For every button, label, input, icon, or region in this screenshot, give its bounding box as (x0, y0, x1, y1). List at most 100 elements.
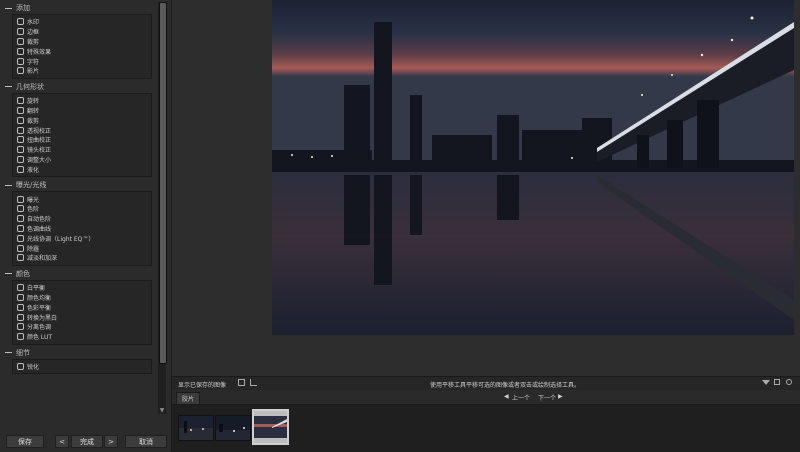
tool-icon (17, 116, 24, 124)
tool-label: 转换为黑白 (27, 314, 58, 322)
tool-item[interactable]: 除霾 (13, 243, 151, 253)
section-header[interactable]: 曝光/光线 (2, 179, 156, 191)
tool-icon (17, 284, 24, 292)
tool-item[interactable]: 转换为黑白 (13, 312, 151, 322)
tool-item[interactable]: 色阶 (13, 204, 151, 214)
section-header[interactable]: 几何形状 (2, 81, 156, 93)
histogram-icon[interactable] (250, 379, 257, 386)
tool-item[interactable]: 水印 (13, 17, 151, 27)
city-night-photo (272, 0, 794, 335)
tool-item[interactable]: 光线协调（Light EQ™） (13, 233, 151, 243)
tool-item[interactable]: 色彩平衡 (13, 302, 151, 312)
tool-item[interactable]: 白平衡 (13, 283, 151, 293)
tool-item[interactable]: 液化 (13, 164, 151, 174)
section-title: 细节 (16, 348, 30, 357)
tool-icon (17, 323, 24, 331)
tool-item[interactable]: 曝光 (13, 194, 151, 204)
thumbnail-3-selected[interactable] (252, 409, 289, 445)
prev-arrow-button[interactable]: < (55, 435, 69, 448)
tool-item[interactable]: 调整大小 (13, 155, 151, 165)
tool-item[interactable]: 裁剪 (13, 37, 151, 47)
tool-item[interactable]: 旋转 (13, 96, 151, 106)
show-saved-label: 显示已保存的图像 (178, 382, 227, 389)
done-button[interactable]: 完成 (71, 435, 103, 448)
tool-item[interactable]: 减淡和加深 (13, 253, 151, 263)
thumbnail-2[interactable] (215, 415, 251, 441)
collapse-dash-icon (5, 352, 12, 354)
tool-item[interactable]: 裁剪 (13, 115, 151, 125)
tool-label: 字符 (27, 58, 40, 66)
tool-item[interactable]: 字符 (13, 56, 151, 66)
next-arrow-icon[interactable]: ▶ (558, 393, 563, 400)
tool-item[interactable]: 镜头校正 (13, 145, 151, 155)
tool-icon (17, 155, 24, 163)
collapse-arrow-icon[interactable] (762, 380, 770, 385)
tool-item[interactable]: 边框 (13, 27, 151, 37)
tool-icon (17, 215, 24, 223)
tool-icon (17, 362, 24, 370)
collapse-dash-icon (5, 7, 12, 9)
tool-item[interactable]: 颜色 LUT (13, 332, 151, 342)
tool-item[interactable]: 影片 (13, 66, 151, 76)
tool-icon (17, 146, 24, 154)
tool-icon (17, 293, 24, 301)
tool-icon (17, 205, 24, 213)
tool-label: 扭曲校正 (27, 137, 52, 145)
tool-icon (17, 67, 24, 75)
scrollbar-thumb[interactable] (159, 2, 167, 364)
filmstrip-next[interactable]: 下一个 (538, 393, 556, 402)
edit-sidebar: 添加 水印 边框 裁剪 特殊效果 字符 影片 几何形状 旋转 翻转 裁剪 透视校正 扭曲校正 镜头校正 调整… (0, 0, 172, 452)
tool-item[interactable]: 色调曲线 (13, 224, 151, 234)
tool-label: 特殊效果 (27, 48, 52, 56)
filmstrip-prev[interactable]: 上一个 (512, 393, 530, 402)
tool-label: 旋转 (27, 98, 40, 106)
tool-icon (17, 18, 24, 26)
tool-icon (17, 195, 24, 203)
sidebar-bottom-bar: 保存 < 完成 > 取消 (0, 432, 171, 452)
filmstrip (172, 405, 800, 452)
settings-icon[interactable] (786, 379, 792, 385)
tool-label: 颜色均衡 (27, 294, 52, 302)
tool-item[interactable]: 颜色均衡 (13, 293, 151, 303)
tool-item[interactable]: 锐化 (13, 362, 151, 372)
filmstrip-tab[interactable]: 胶片 (176, 392, 201, 405)
layout-icon[interactable] (774, 379, 780, 385)
tool-label: 透视校正 (27, 127, 52, 135)
photo-preview[interactable] (272, 0, 794, 335)
fullscreen-icon[interactable] (238, 379, 245, 386)
sidebar-scrollbar[interactable]: ▼ (158, 2, 167, 414)
tool-label: 裁剪 (27, 38, 40, 46)
section-title: 几何形状 (16, 82, 44, 91)
tool-item[interactable]: 自动色阶 (13, 214, 151, 224)
tool-item[interactable]: 扭曲校正 (13, 135, 151, 145)
tool-label: 调整大小 (27, 156, 52, 164)
prev-arrow-icon[interactable]: ◀ (504, 393, 509, 400)
section-header[interactable]: 颜色 (2, 268, 156, 280)
section-header[interactable]: 细节 (2, 347, 156, 359)
tool-icon (17, 303, 24, 311)
tool-icon (17, 224, 24, 232)
status-hint: 使用平移工具平移可选的图像或者双击或绘制选择工具。 (430, 382, 581, 389)
next-arrow-button[interactable]: > (104, 435, 118, 448)
section-header[interactable]: 添加 (2, 2, 156, 14)
tool-label: 翻转 (27, 107, 40, 115)
preview-area (172, 0, 800, 376)
tool-item[interactable]: 特殊效果 (13, 46, 151, 56)
tool-item[interactable]: 透视校正 (13, 125, 151, 135)
tool-icon (17, 37, 24, 45)
section-items: 曝光色阶 自动色阶 色调曲线光线协调（Light EQ™） 除霾 减淡和加深 (12, 191, 152, 266)
scroll-down-arrow-icon[interactable]: ▼ (159, 407, 165, 414)
tool-item[interactable]: 翻转 (13, 106, 151, 116)
save-button[interactable]: 保存 (6, 435, 44, 448)
tool-item[interactable]: 分离色调 (13, 322, 151, 332)
tool-label: 色调曲线 (27, 225, 52, 233)
thumbnail-1[interactable] (178, 415, 214, 441)
tool-label: 色阶 (27, 206, 40, 214)
section-title: 曝光/光线 (16, 181, 47, 190)
tool-label: 影片 (27, 68, 40, 76)
tool-icon (17, 106, 24, 114)
status-bar: 显示已保存的图像 使用平移工具平移可选的图像或者双击或绘制选择工具。 (172, 376, 800, 390)
cancel-button[interactable]: 取消 (125, 435, 167, 448)
tool-label: 光线协调（Light EQ™） (27, 235, 95, 243)
collapse-dash-icon (5, 273, 12, 275)
